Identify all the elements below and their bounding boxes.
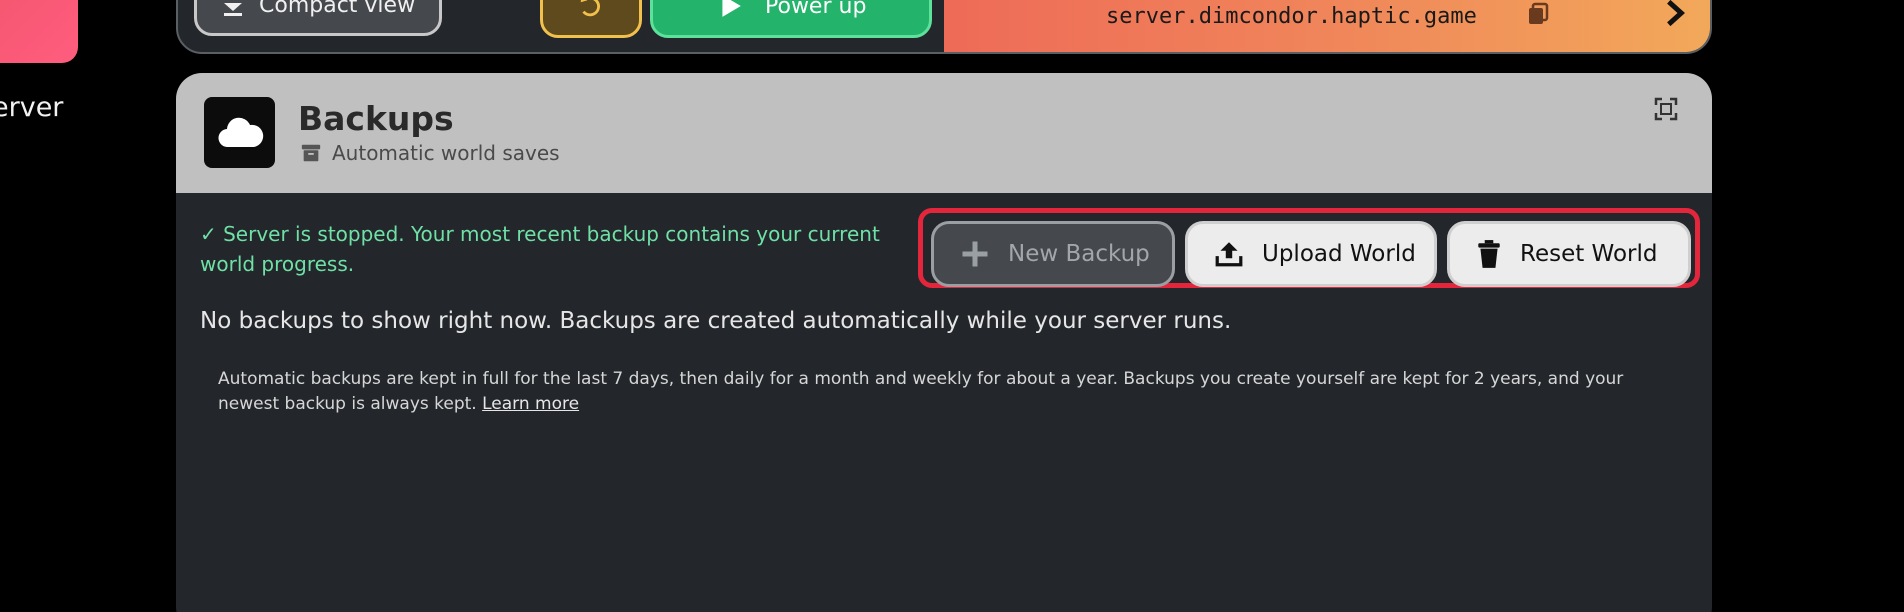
chevron-right-icon[interactable] <box>1660 0 1690 28</box>
power-up-label: Power up <box>765 0 867 19</box>
retention-note-text: Automatic backups are kept in full for t… <box>218 369 1624 414</box>
upload-world-button[interactable]: Upload World <box>1185 221 1437 287</box>
sidebar-server-label[interactable]: erver <box>0 92 63 123</box>
empty-state-message: No backups to show right now. Backups ar… <box>200 308 1232 334</box>
backup-actions-group: New Backup Upload World Reset World <box>918 208 1700 288</box>
restart-button[interactable] <box>540 0 642 38</box>
backups-card: Backups Automatic world saves ✓ Server i… <box>176 73 1712 612</box>
backups-card-header: Backups Automatic world saves <box>176 73 1712 193</box>
power-up-button[interactable]: Power up <box>650 0 932 38</box>
copy-icon[interactable] <box>1526 2 1550 26</box>
trash-icon <box>1478 240 1500 268</box>
collapse-icon <box>224 3 242 16</box>
page-subtitle: Automatic world saves <box>300 141 560 165</box>
server-address-panel: server.dimcondor.haptic.game <box>944 0 1710 52</box>
reset-world-label: Reset World <box>1520 241 1658 267</box>
cloud-icon <box>204 97 275 168</box>
compact-view-label: Compact view <box>259 0 416 18</box>
plus-icon <box>962 241 988 267</box>
play-icon <box>722 0 741 17</box>
page-title: Backups <box>298 99 454 138</box>
app-root: erver Compact view Power up server.dimco… <box>0 0 1904 612</box>
new-backup-label: New Backup <box>1008 241 1150 267</box>
compact-view-button[interactable]: Compact view <box>194 0 442 36</box>
server-avatar-tile[interactable] <box>0 0 78 63</box>
server-control-bar: Compact view Power up server.dimcondor.h… <box>176 0 1712 54</box>
reset-world-button[interactable]: Reset World <box>1447 221 1691 287</box>
subtitle-text: Automatic world saves <box>332 141 560 165</box>
upload-world-label: Upload World <box>1262 241 1416 267</box>
archive-icon <box>301 144 321 162</box>
server-address[interactable]: server.dimcondor.haptic.game <box>1106 4 1477 29</box>
upload-icon <box>1215 242 1243 267</box>
fullscreen-icon[interactable] <box>1654 97 1678 121</box>
server-status-message: ✓ Server is stopped. Your most recent ba… <box>200 222 880 276</box>
restart-icon <box>580 0 600 17</box>
learn-more-link[interactable]: Learn more <box>482 394 579 414</box>
new-backup-button[interactable]: New Backup <box>931 221 1175 287</box>
retention-note: Automatic backups are kept in full for t… <box>218 367 1688 417</box>
